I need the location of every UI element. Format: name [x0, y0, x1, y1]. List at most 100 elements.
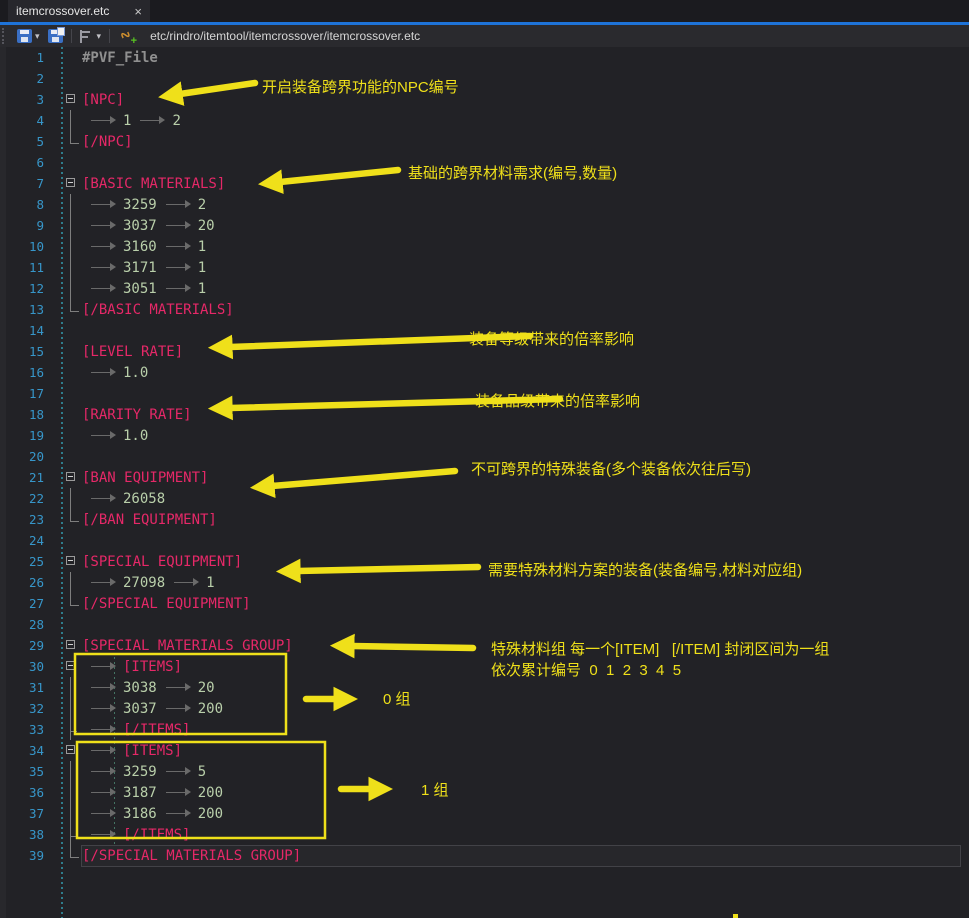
line-number[interactable]: 38 — [0, 827, 56, 842]
code-line[interactable]: 23[/BAN EQUIPMENT] — [0, 509, 969, 530]
line-number[interactable]: 25 — [0, 554, 56, 569]
code-line[interactable]: 5[/NPC] — [0, 131, 969, 152]
code-line[interactable]: 38[/ITEMS] — [0, 824, 969, 845]
tab-close-icon[interactable]: × — [134, 4, 142, 19]
line-number[interactable]: 8 — [0, 197, 56, 212]
fold-marker-icon[interactable] — [64, 656, 82, 677]
fold-marker-icon[interactable] — [64, 173, 82, 194]
code-line[interactable]: 161.0 — [0, 362, 969, 383]
line-number[interactable]: 34 — [0, 743, 56, 758]
line-number[interactable]: 17 — [0, 386, 56, 401]
token-num: 3186 — [123, 806, 157, 822]
line-number[interactable]: 3 — [0, 92, 56, 107]
add-reference-icon[interactable]: ∿ + — [120, 29, 136, 44]
code-line[interactable]: 191.0 — [0, 425, 969, 446]
code-text: 1.0 — [82, 365, 148, 381]
line-number[interactable]: 24 — [0, 533, 56, 548]
code-line[interactable]: 2 — [0, 68, 969, 89]
line-number[interactable]: 39 — [0, 848, 56, 863]
line-number[interactable]: 33 — [0, 722, 56, 737]
fold-marker-icon[interactable] — [64, 740, 82, 761]
line-number[interactable]: 5 — [0, 134, 56, 149]
code-text: [RARITY RATE] — [82, 407, 192, 423]
fold-marker-icon[interactable] — [64, 467, 82, 488]
code-line[interactable]: 2226058 — [0, 488, 969, 509]
save-caret-icon[interactable]: ▾ — [35, 31, 40, 42]
code-line[interactable]: 26270981 — [0, 572, 969, 593]
code-line[interactable]: 363187200 — [0, 782, 969, 803]
fold-guide — [64, 131, 82, 152]
line-number[interactable]: 37 — [0, 806, 56, 821]
fold-marker-icon[interactable] — [64, 635, 82, 656]
code-line[interactable]: 34[ITEMS] — [0, 740, 969, 761]
line-number[interactable]: 7 — [0, 176, 56, 191]
line-number[interactable]: 30 — [0, 659, 56, 674]
code-line[interactable]: 13[/BASIC MATERIALS] — [0, 299, 969, 320]
tab-arrow-glyph — [165, 261, 191, 274]
code-line[interactable]: 412 — [0, 110, 969, 131]
code-line[interactable]: 25[SPECIAL EQUIPMENT] — [0, 551, 969, 572]
line-number[interactable]: 21 — [0, 470, 56, 485]
code-line[interactable]: 373186200 — [0, 803, 969, 824]
fold-guide — [64, 446, 82, 467]
code-line[interactable]: 28 — [0, 614, 969, 635]
save-as-icon[interactable] — [48, 29, 63, 43]
line-number[interactable]: 27 — [0, 596, 56, 611]
code-line[interactable]: 30[ITEMS] — [0, 656, 969, 677]
code-line[interactable]: 1230511 — [0, 278, 969, 299]
toolbar-separator — [71, 29, 72, 43]
token-num: 1 — [198, 281, 206, 297]
line-number[interactable]: 13 — [0, 302, 56, 317]
goto-caret-icon[interactable]: ▾ — [97, 31, 102, 42]
line-number[interactable]: 10 — [0, 239, 56, 254]
code-line[interactable]: 9303720 — [0, 215, 969, 236]
line-number[interactable]: 28 — [0, 617, 56, 632]
code-line[interactable]: 39[/SPECIAL MATERIALS GROUP] — [0, 845, 969, 866]
fold-guide — [64, 362, 82, 383]
code-line[interactable]: 31303820 — [0, 677, 969, 698]
code-line[interactable]: 1131711 — [0, 257, 969, 278]
line-number[interactable]: 11 — [0, 260, 56, 275]
line-number[interactable]: 31 — [0, 680, 56, 695]
line-number[interactable]: 19 — [0, 428, 56, 443]
fold-guide — [64, 404, 82, 425]
line-number[interactable]: 20 — [0, 449, 56, 464]
file-path[interactable]: etc/rindro/itemtool/itemcrossover/itemcr… — [150, 29, 420, 43]
code-line[interactable]: 3532595 — [0, 761, 969, 782]
code-line[interactable]: 832592 — [0, 194, 969, 215]
code-line[interactable]: 323037200 — [0, 698, 969, 719]
line-number[interactable]: 23 — [0, 512, 56, 527]
save-icon[interactable] — [17, 29, 32, 43]
code-line[interactable]: 33[/ITEMS] — [0, 719, 969, 740]
line-number[interactable]: 22 — [0, 491, 56, 506]
code-line[interactable]: 1031601 — [0, 236, 969, 257]
line-number[interactable]: 26 — [0, 575, 56, 590]
line-number[interactable]: 15 — [0, 344, 56, 359]
editor-window: itemcrossover.etc × ▾ ▾ ∿ + etc/rindro/i… — [0, 0, 969, 918]
goto-icon[interactable] — [80, 30, 94, 43]
line-number[interactable]: 1 — [0, 50, 56, 65]
code-line[interactable]: 27[/SPECIAL EQUIPMENT] — [0, 593, 969, 614]
token-num: 3187 — [123, 785, 157, 801]
line-number[interactable]: 18 — [0, 407, 56, 422]
line-number[interactable]: 2 — [0, 71, 56, 86]
tab-itemcrossover[interactable]: itemcrossover.etc × — [8, 0, 150, 22]
fold-guide — [64, 425, 82, 446]
code-line[interactable]: 24 — [0, 530, 969, 551]
line-number[interactable]: 14 — [0, 323, 56, 338]
fold-guide — [64, 110, 82, 131]
code-line[interactable]: 3[NPC] — [0, 89, 969, 110]
fold-marker-icon[interactable] — [64, 89, 82, 110]
fold-marker-icon[interactable] — [64, 551, 82, 572]
code-line[interactable]: 1#PVF_File — [0, 47, 969, 68]
line-number[interactable]: 35 — [0, 764, 56, 779]
line-number[interactable]: 9 — [0, 218, 56, 233]
toolbar-grip[interactable] — [2, 28, 9, 44]
line-number[interactable]: 29 — [0, 638, 56, 653]
line-number[interactable]: 32 — [0, 701, 56, 716]
line-number[interactable]: 4 — [0, 113, 56, 128]
line-number[interactable]: 6 — [0, 155, 56, 170]
line-number[interactable]: 36 — [0, 785, 56, 800]
line-number[interactable]: 12 — [0, 281, 56, 296]
line-number[interactable]: 16 — [0, 365, 56, 380]
